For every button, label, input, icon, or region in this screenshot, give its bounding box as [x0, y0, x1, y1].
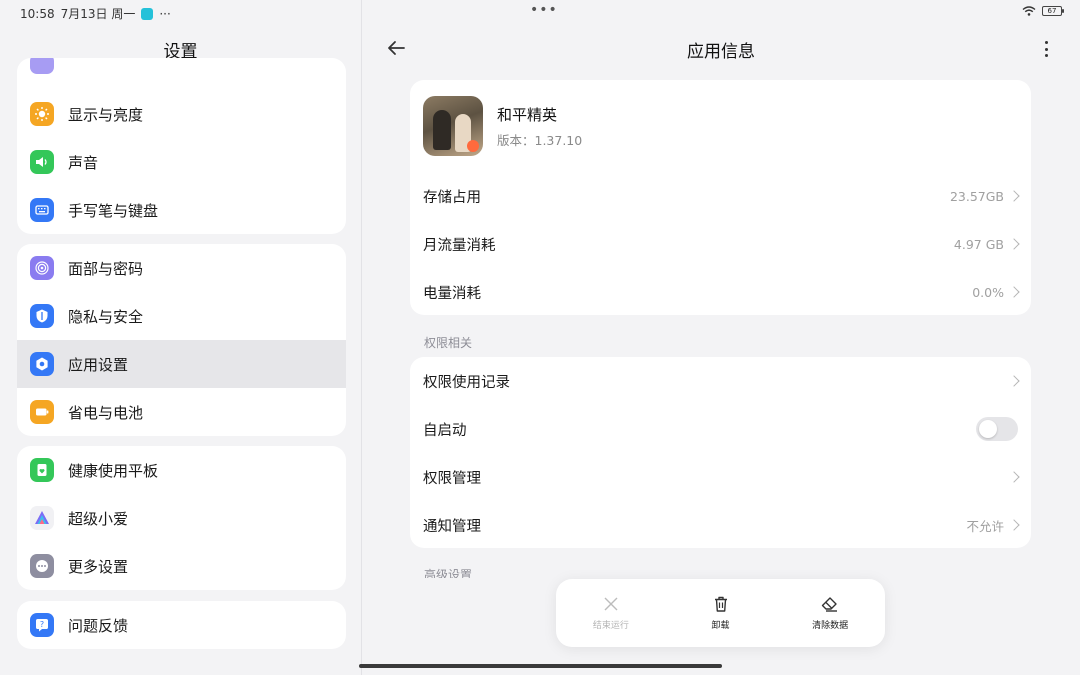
clear-data-button[interactable]: 清除数据: [775, 579, 885, 647]
battery-usage-row[interactable]: 电量消耗 0.0%: [410, 268, 1031, 316]
sidebar-item-more-settings[interactable]: 更多设置: [17, 542, 346, 590]
more-dot-icon: [1044, 54, 1048, 57]
home-indicator[interactable]: [359, 664, 722, 668]
app-header: 和平精英 版本：1.37.10: [410, 80, 1031, 172]
sidebar-item-display[interactable]: 显示与亮度: [17, 90, 346, 138]
more-options-button[interactable]: [1040, 38, 1052, 60]
more-dot-icon: [1044, 41, 1048, 44]
permission-manage-row[interactable]: 权限管理: [410, 453, 1031, 501]
app-name: 和平精英: [497, 105, 558, 124]
settings-group-more: 健康使用平板 超级小爱 更多设置: [17, 446, 346, 590]
page-title: 应用信息: [687, 42, 755, 62]
settings-group-security: 面部与密码 隐私与安全 应用设置 省电与电池: [17, 244, 346, 436]
chevron-right-icon: [1008, 471, 1020, 483]
feedback-icon: ?: [30, 613, 54, 637]
permissions-card: 权限使用记录 自启动 权限管理 通知管理 不允许: [410, 357, 1031, 548]
sidebar-item-label: 显示与亮度: [68, 105, 144, 124]
row-value: 23.57GB: [949, 188, 1004, 204]
section-header-permissions: 权限相关: [424, 336, 473, 350]
app-info-pane: 应用信息 和平精英 版本：1.37.10 存储占用 23.57GB 月流量消耗 …: [362, 0, 1080, 675]
data-usage-row[interactable]: 月流量消耗 4.97 GB: [410, 220, 1031, 268]
sidebar-item-label: 省电与电池: [68, 403, 144, 422]
permission-records-row[interactable]: 权限使用记录: [410, 357, 1031, 405]
health-icon: [30, 458, 54, 482]
chevron-right-icon: [1008, 286, 1020, 298]
chevron-right-icon: [1008, 375, 1020, 387]
keyboard-icon: [30, 198, 54, 222]
sidebar-item-xiaoai[interactable]: 超级小爱: [17, 494, 346, 542]
action-label: 结束运行: [592, 621, 629, 631]
notification-manage-row[interactable]: 通知管理 不允许: [410, 501, 1031, 549]
sidebar-item-label: 应用设置: [68, 355, 129, 374]
sidebar-item-label: 声音: [68, 153, 99, 172]
more-dot-icon: [1044, 47, 1048, 51]
chevron-right-icon: [1008, 238, 1020, 250]
speaker-icon: [30, 150, 54, 174]
svg-text:?: ?: [40, 620, 44, 629]
sidebar-item-health[interactable]: 健康使用平板: [17, 446, 346, 494]
sidebar-item-label: 隐私与安全: [68, 307, 144, 326]
sidebar-item-stylus-keyboard[interactable]: 手写笔与键盘: [17, 186, 346, 234]
row-label: 月流量消耗: [423, 237, 496, 254]
app-icon: [423, 96, 483, 156]
settings-group-feedback: ? 问题反馈: [17, 601, 346, 649]
app-version: 版本：1.37.10: [497, 132, 583, 148]
action-label: 清除数据: [812, 621, 849, 631]
scrolled-item-icon: [30, 58, 54, 74]
settings-pane: 设置 显示与亮度 声音 手写笔与键盘 面部与密码 隐私与安全 应用设置 省电与电…: [0, 0, 361, 675]
chevron-right-icon: [1008, 519, 1020, 531]
sidebar-item-sound[interactable]: 声音: [17, 138, 346, 186]
row-label: 权限管理: [423, 470, 481, 487]
app-settings-icon: [30, 352, 54, 376]
sidebar-item-label: 面部与密码: [68, 259, 144, 278]
sidebar-item-feedback[interactable]: ? 问题反馈: [17, 601, 346, 649]
eraser-icon: [821, 597, 838, 612]
sidebar-item-label: 问题反馈: [68, 616, 129, 635]
shield-icon: [30, 304, 54, 328]
settings-group-display: 显示与亮度 声音 手写笔与键盘: [17, 58, 346, 234]
row-label: 权限使用记录: [423, 374, 510, 391]
sidebar-item-battery[interactable]: 省电与电池: [17, 388, 346, 436]
row-value: 0.0%: [972, 284, 1004, 300]
sun-icon: [30, 102, 54, 126]
storage-row[interactable]: 存储占用 23.57GB: [410, 172, 1031, 220]
row-value: 4.97 GB: [953, 236, 1004, 252]
sidebar-item-label: 手写笔与键盘: [68, 201, 159, 220]
close-icon: [604, 597, 618, 611]
autostart-toggle[interactable]: [976, 417, 1018, 441]
uninstall-button[interactable]: 卸载: [666, 579, 776, 647]
row-label: 自启动: [423, 422, 467, 439]
xiaoai-icon: [30, 506, 54, 530]
row-label: 通知管理: [423, 518, 481, 535]
sidebar-item-label: 更多设置: [68, 557, 129, 576]
sidebar-item-label: 超级小爱: [68, 509, 129, 528]
section-header-advanced: 高级设置: [424, 568, 473, 578]
sidebar-item-privacy[interactable]: 隐私与安全: [17, 292, 346, 340]
sidebar-item-label: 健康使用平板: [68, 461, 159, 480]
battery-icon: [30, 400, 54, 424]
trash-icon: [714, 596, 727, 612]
row-value: 不允许: [966, 518, 1004, 534]
fingerprint-icon: [30, 256, 54, 280]
autostart-row: 自启动: [410, 405, 1031, 453]
force-stop-button[interactable]: 结束运行: [556, 579, 666, 647]
row-label: 存储占用: [423, 189, 481, 206]
action-label: 卸载: [711, 621, 730, 631]
chevron-right-icon: [1008, 190, 1020, 202]
row-label: 电量消耗: [423, 285, 481, 302]
more-settings-icon: [30, 554, 54, 578]
app-action-bar: 结束运行 卸载 清除数据: [556, 579, 885, 647]
sidebar-item-app-settings[interactable]: 应用设置: [17, 340, 346, 388]
sidebar-item-face-password[interactable]: 面部与密码: [17, 244, 346, 292]
app-info-card: 和平精英 版本：1.37.10 存储占用 23.57GB 月流量消耗 4.97 …: [410, 80, 1031, 315]
